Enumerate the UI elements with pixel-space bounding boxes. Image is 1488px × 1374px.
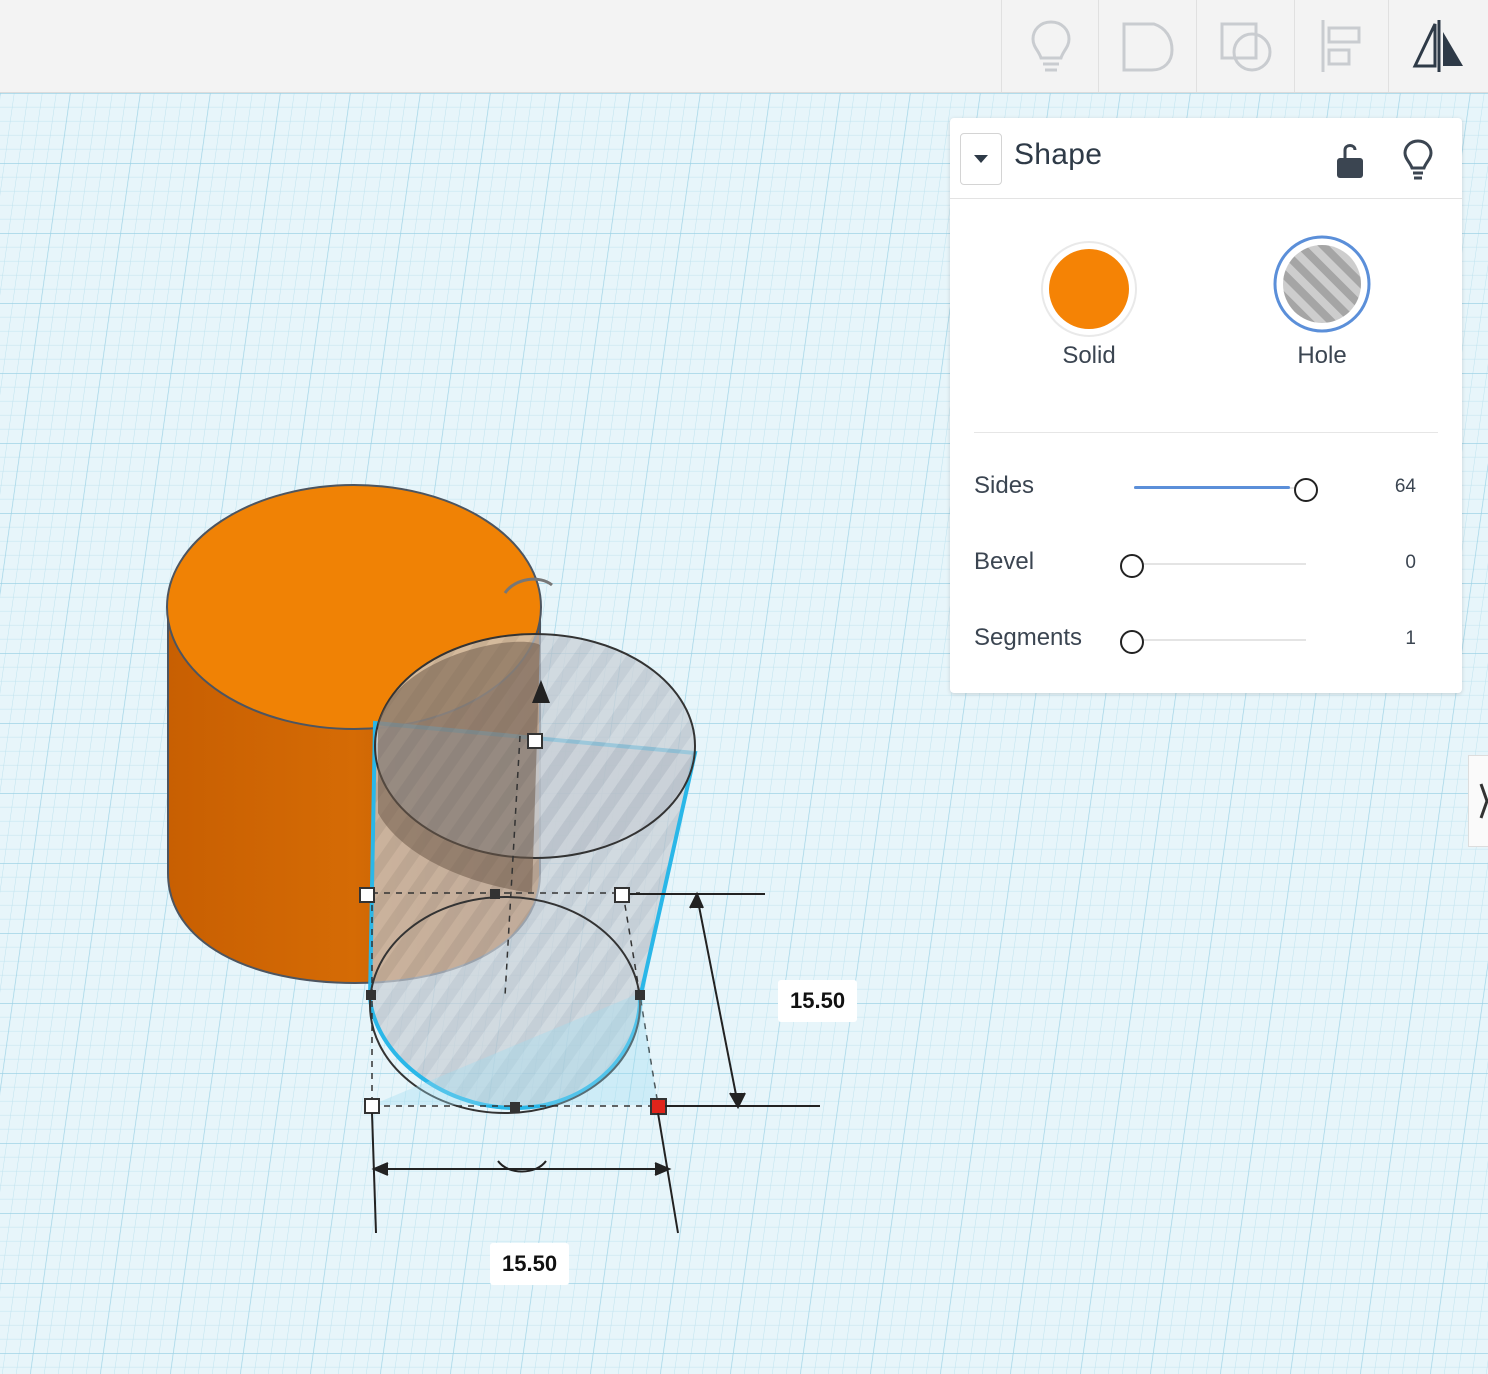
unlock-icon[interactable]	[1335, 140, 1365, 180]
mirror-button[interactable]	[1388, 0, 1488, 92]
panel-collapse-button[interactable]	[960, 133, 1002, 185]
shape-panel-header: Shape	[950, 118, 1462, 199]
segments-label: Segments	[974, 624, 1083, 651]
ungroup-button[interactable]	[1196, 0, 1295, 92]
bevel-value[interactable]: 0	[1356, 552, 1416, 574]
caret-down-icon	[974, 155, 988, 163]
solid-label: Solid	[1062, 342, 1116, 369]
lightbulb-icon[interactable]	[1402, 138, 1434, 180]
sides-slider-fill	[1134, 486, 1290, 489]
segments-value[interactable]: 1	[1356, 628, 1416, 650]
bevel-slider-thumb[interactable]	[1120, 554, 1144, 578]
lightbulb-button[interactable]	[1001, 0, 1099, 92]
hole-swatch[interactable]	[1272, 234, 1372, 334]
top-toolbar	[0, 0, 1488, 93]
sides-slider-thumb[interactable]	[1294, 478, 1318, 502]
lightbulb-icon	[1030, 20, 1071, 72]
side-panel-tab[interactable]	[1468, 755, 1488, 847]
sides-value[interactable]: 64	[1356, 476, 1416, 498]
bevel-label: Bevel	[974, 548, 1035, 575]
group-icon	[1122, 22, 1174, 72]
align-icon	[1321, 20, 1361, 72]
bevel-slider-track[interactable]	[1134, 563, 1306, 565]
hole-cylinder[interactable]	[367, 633, 698, 1114]
shape-panel: Shape Solid Hole Sides 64 Bevel 0 Segmen…	[950, 118, 1462, 693]
panel-divider	[974, 432, 1438, 433]
ungroup-icon	[1220, 22, 1272, 72]
panel-title: Shape	[1014, 138, 1103, 171]
solid-swatch[interactable]	[1040, 240, 1138, 338]
mirror-icon	[1412, 20, 1463, 72]
height-dimension-label[interactable]: 15.50	[778, 980, 858, 1022]
sides-label: Sides	[974, 472, 1035, 499]
chevron-icon	[1479, 783, 1488, 819]
segments-slider-thumb[interactable]	[1120, 630, 1144, 654]
solid-color-circle	[1049, 249, 1129, 329]
group-button[interactable]	[1098, 0, 1197, 92]
width-dimension-label[interactable]: 15.50	[490, 1243, 570, 1285]
segments-slider-track[interactable]	[1134, 639, 1306, 641]
align-button[interactable]	[1294, 0, 1389, 92]
hole-label: Hole	[1297, 342, 1347, 369]
